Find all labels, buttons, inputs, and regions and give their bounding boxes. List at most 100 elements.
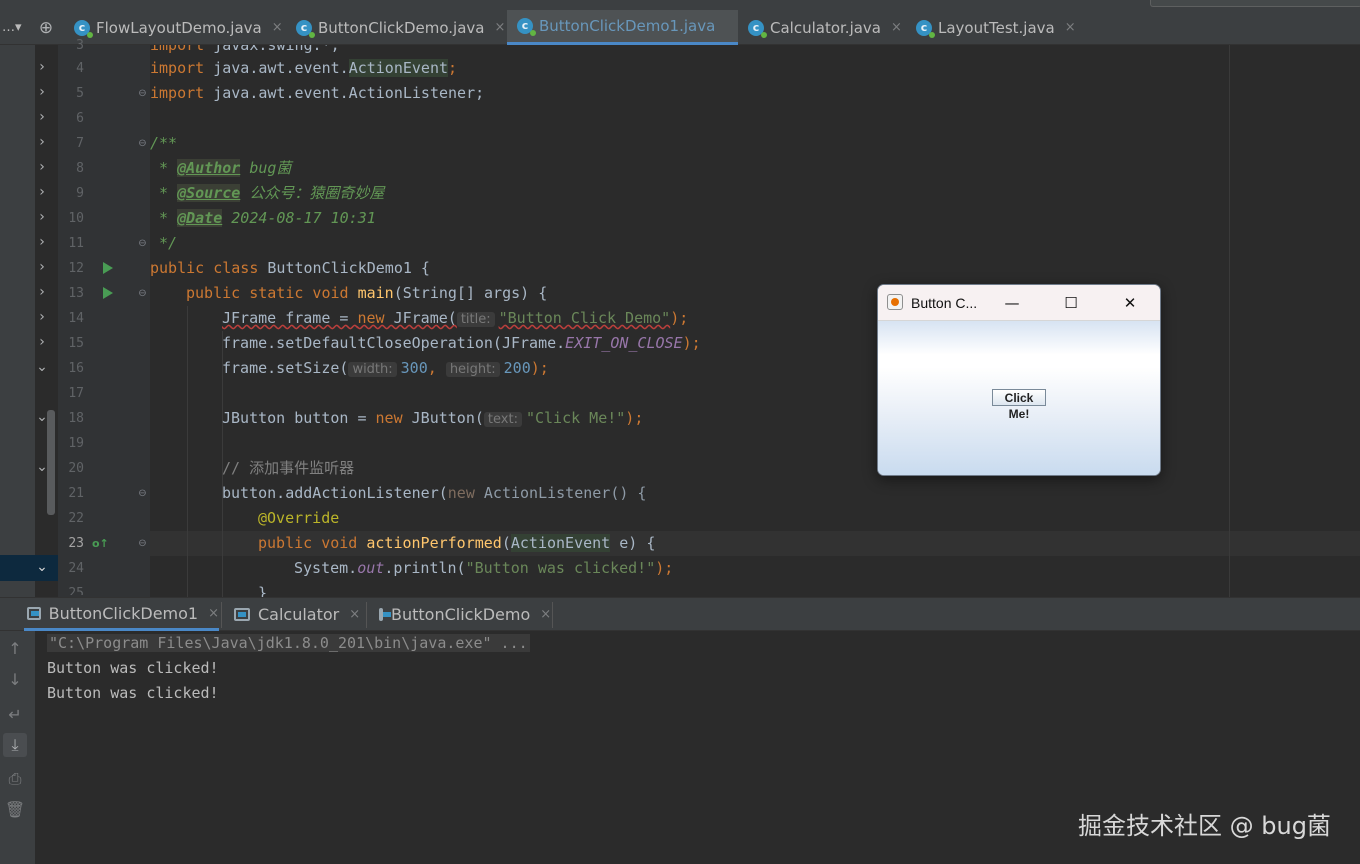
line-number: 6 bbox=[76, 111, 84, 126]
chevron-right-icon[interactable]: › bbox=[34, 309, 50, 325]
tab-label: LayoutTest.java bbox=[938, 18, 1055, 37]
close-tab-icon[interactable]: × bbox=[495, 20, 506, 35]
line-number: 5 bbox=[76, 86, 84, 101]
code-line-16: frame.setSize(width: 300, height: 200); bbox=[222, 359, 549, 377]
line-number: 10 bbox=[68, 211, 84, 226]
run-tab-buttonclickdemo[interactable]: ButtonClickDemo × bbox=[379, 598, 551, 631]
tab-flowlayoutdemo[interactable]: c FlowLayoutDemo.java × bbox=[66, 10, 291, 45]
line-number: 19 bbox=[68, 436, 84, 451]
close-tab-icon[interactable]: × bbox=[1065, 20, 1076, 35]
close-tab-icon[interactable]: × bbox=[349, 607, 360, 622]
search-field[interactable] bbox=[1150, 0, 1360, 7]
close-tab-icon[interactable]: × bbox=[208, 606, 219, 621]
code-line-22: @Override bbox=[258, 509, 340, 527]
chevron-right-icon[interactable]: › bbox=[34, 109, 50, 125]
run-tab-calculator[interactable]: Calculator × bbox=[234, 598, 364, 631]
tab-buttonclickdemo1[interactable]: c ButtonClickDemo1.java bbox=[507, 10, 738, 45]
tab-label: ButtonClickDemo1.java bbox=[539, 17, 716, 35]
tab-label: Calculator.java bbox=[770, 18, 881, 37]
right-margin-guide bbox=[1229, 45, 1230, 597]
code-line-24: System.out.println("Button was clicked!"… bbox=[294, 559, 674, 577]
param-hint: width: bbox=[348, 362, 397, 377]
click-me-button[interactable]: Click Me! bbox=[992, 389, 1046, 421]
chevron-down-icon[interactable]: ⌄ bbox=[34, 459, 50, 475]
tab-buttonclickdemo[interactable]: c ButtonClickDemo.java × bbox=[288, 10, 506, 45]
chevron-right-icon[interactable]: › bbox=[34, 134, 50, 150]
line-number: 11 bbox=[68, 236, 84, 251]
chevron-right-icon[interactable]: › bbox=[34, 234, 50, 250]
print-icon[interactable]: ⎙ bbox=[3, 767, 27, 791]
chevron-right-icon[interactable]: › bbox=[34, 159, 50, 175]
code-line-8: * @Author bug菌 bbox=[150, 159, 292, 177]
close-tab-icon[interactable]: × bbox=[891, 20, 902, 35]
line-number: 16 bbox=[68, 361, 84, 376]
line-number: 12 bbox=[68, 261, 84, 276]
left-tool-strip bbox=[0, 45, 35, 597]
window-content: Click Me! bbox=[878, 321, 1160, 475]
console-line: Button was clicked! bbox=[47, 659, 219, 677]
code-editor[interactable]: import javax.swing.*; import java.awt.ev… bbox=[150, 45, 1360, 597]
chevron-right-icon[interactable]: › bbox=[34, 59, 50, 75]
line-number: 18 bbox=[68, 411, 84, 426]
close-tab-icon[interactable]: × bbox=[540, 607, 551, 622]
java-app-icon bbox=[887, 294, 903, 310]
indent-guide bbox=[187, 306, 188, 597]
locate-file-icon[interactable]: ⊕ bbox=[36, 18, 56, 38]
chevron-right-icon[interactable]: › bbox=[34, 334, 50, 350]
line-number: 13 bbox=[68, 286, 84, 301]
trash-icon[interactable]: 🗑 bbox=[3, 798, 27, 822]
up-arrow-icon[interactable]: ↑ bbox=[3, 637, 27, 661]
java-class-icon: c bbox=[296, 19, 315, 38]
line-number: 14 bbox=[68, 311, 84, 326]
code-line-7: /** bbox=[150, 134, 178, 152]
fold-icon[interactable]: ⊖ bbox=[137, 488, 148, 500]
chevron-right-icon[interactable]: › bbox=[34, 84, 50, 100]
maximize-button[interactable]: ☐ bbox=[1048, 285, 1094, 321]
code-line-5: import java.awt.event.ActionListener; bbox=[150, 84, 485, 102]
tab-divider bbox=[221, 602, 222, 628]
run-main-icon[interactable] bbox=[103, 287, 113, 299]
fold-icon[interactable]: ⊖ bbox=[137, 138, 148, 150]
soft-wrap-icon[interactable]: ↵ bbox=[3, 703, 27, 727]
console-window-icon bbox=[27, 606, 41, 620]
fold-icon[interactable]: ⊖ bbox=[137, 538, 148, 550]
line-number: 22 bbox=[68, 511, 84, 526]
line-number: 4 bbox=[76, 61, 84, 76]
line-number: 21 bbox=[68, 486, 84, 501]
code-line-15: frame.setDefaultCloseOperation(JFrame.EX… bbox=[222, 334, 701, 352]
code-line-18: JButton button = new JButton(text: "Click… bbox=[222, 409, 644, 427]
close-tab-icon[interactable]: × bbox=[272, 20, 283, 35]
chevron-right-icon[interactable]: › bbox=[34, 284, 50, 300]
run-tab-label: ButtonClickDemo1 bbox=[48, 603, 199, 623]
tab-layouttest[interactable]: c LayoutTest.java × bbox=[908, 10, 1083, 45]
line-number: 9 bbox=[76, 186, 84, 201]
param-hint: height: bbox=[445, 362, 500, 377]
chevron-right-icon[interactable]: › bbox=[34, 259, 50, 275]
code-line-25: } bbox=[258, 584, 268, 597]
chevron-down-icon[interactable]: ⌄ bbox=[34, 409, 50, 425]
chevron-down-icon[interactable]: ⌄ bbox=[34, 559, 50, 575]
down-arrow-icon[interactable]: ↓ bbox=[3, 668, 27, 692]
java-class-icon: c bbox=[748, 19, 767, 38]
window-title-bar[interactable]: Button C... — ☐ ✕ bbox=[878, 285, 1160, 321]
minimize-button[interactable]: — bbox=[989, 285, 1035, 321]
close-window-button[interactable]: ✕ bbox=[1107, 285, 1153, 321]
project-dropdown[interactable]: …▾ bbox=[0, 10, 30, 45]
fold-icon[interactable]: ⊖ bbox=[137, 238, 148, 250]
swing-frame-window[interactable]: Button C... — ☐ ✕ Click Me! bbox=[877, 284, 1161, 476]
code-line-23: public void actionPerformed(ActionEvent … bbox=[258, 534, 656, 552]
scroll-to-end-icon[interactable]: ⤓ bbox=[3, 733, 27, 757]
fold-icon[interactable]: ⊖ bbox=[137, 88, 148, 100]
chevron-right-icon[interactable]: › bbox=[34, 184, 50, 200]
fold-icon[interactable]: ⊖ bbox=[137, 288, 148, 300]
console-window-icon bbox=[379, 608, 391, 621]
window-title: Button C... bbox=[911, 295, 978, 311]
override-method-icon[interactable]: o↑ bbox=[92, 537, 109, 550]
chevron-down-icon[interactable]: ⌄ bbox=[34, 359, 50, 375]
run-tab-label: Calculator bbox=[258, 605, 340, 624]
line-number: 24 bbox=[68, 561, 84, 576]
tab-calculator[interactable]: c Calculator.java × bbox=[740, 10, 908, 45]
chevron-right-icon[interactable]: › bbox=[34, 209, 50, 225]
run-tab-buttonclickdemo1[interactable]: ButtonClickDemo1 × bbox=[24, 598, 219, 631]
run-class-icon[interactable] bbox=[103, 262, 113, 274]
